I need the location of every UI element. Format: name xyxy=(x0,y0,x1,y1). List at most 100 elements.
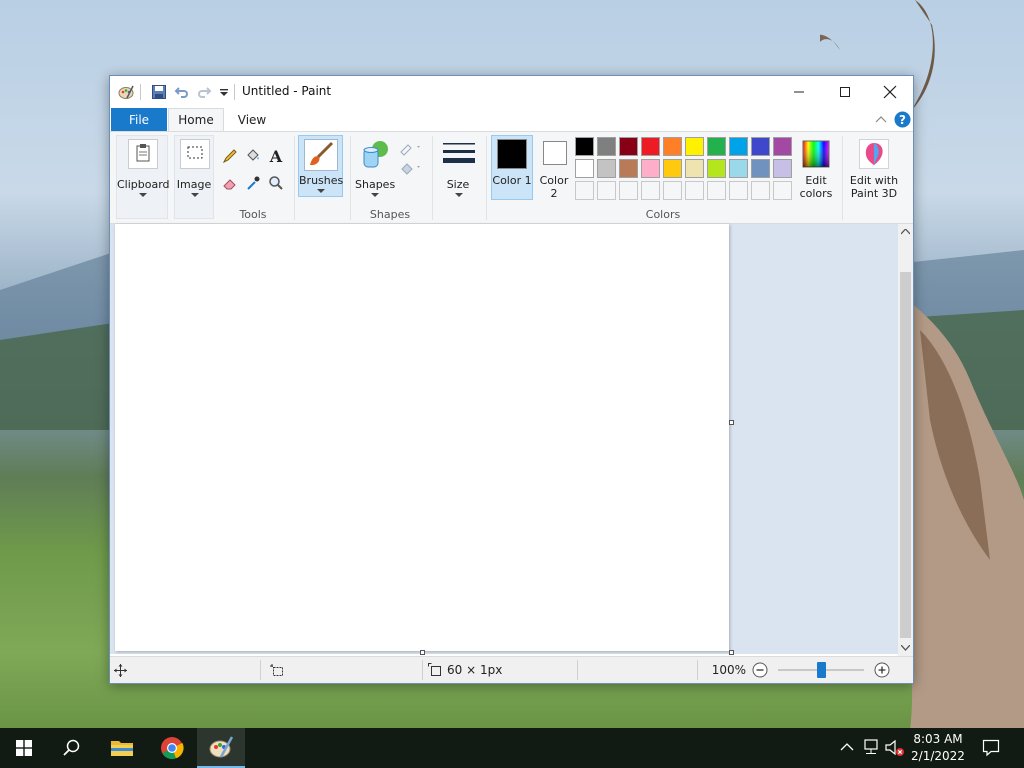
close-button[interactable] xyxy=(867,76,913,107)
drawing-canvas[interactable] xyxy=(115,224,729,651)
zoom-level-text: 100% xyxy=(711,663,746,677)
chevron-down-icon xyxy=(139,193,147,197)
color2-button[interactable]: Color 2 xyxy=(534,135,574,200)
cursor-position-icon xyxy=(114,664,127,677)
chevron-down-icon xyxy=(191,193,199,197)
edit-colors-button[interactable]: Edit colors xyxy=(794,135,836,200)
start-button[interactable] xyxy=(0,728,48,768)
shapes-icon xyxy=(363,141,388,168)
search-button[interactable] xyxy=(48,728,96,768)
brush-icon xyxy=(304,139,338,171)
shape-outline-button[interactable] xyxy=(398,138,424,158)
shapes-group-label: Shapes xyxy=(369,208,411,221)
edit-with-paint3d-button[interactable]: Edit with Paint 3D xyxy=(846,135,902,200)
palette-empty-swatch[interactable] xyxy=(575,181,594,200)
zoom-slider-thumb[interactable] xyxy=(817,662,826,678)
palette-empty-swatch[interactable] xyxy=(663,181,682,200)
palette-color-swatch[interactable] xyxy=(641,159,660,178)
paint-app-icon xyxy=(118,85,134,99)
image-button[interactable]: Image xyxy=(174,135,214,219)
selection-size-icon xyxy=(270,664,283,676)
tab-file[interactable]: File xyxy=(111,108,167,131)
chevron-down-icon xyxy=(371,193,379,197)
scroll-thumb[interactable] xyxy=(900,272,911,638)
customize-quick-access-icon[interactable] xyxy=(216,84,232,100)
chrome-button[interactable] xyxy=(148,728,196,768)
resize-handle-right[interactable] xyxy=(729,420,734,425)
palette-color-swatch[interactable] xyxy=(641,137,660,156)
tab-view[interactable]: View xyxy=(228,108,276,131)
title-bar: Untitled - Paint xyxy=(110,76,913,108)
palette-color-swatch[interactable] xyxy=(751,159,770,178)
palette-color-swatch[interactable] xyxy=(707,137,726,156)
clipboard-button[interactable]: Clipboard xyxy=(116,135,170,219)
vertical-scrollbar[interactable] xyxy=(898,224,913,656)
text-tool[interactable]: A xyxy=(266,146,286,166)
redo-icon[interactable] xyxy=(196,84,212,100)
undo-icon[interactable] xyxy=(174,84,190,100)
tab-home[interactable]: Home xyxy=(168,108,224,131)
folder-icon xyxy=(111,741,133,756)
color1-swatch xyxy=(497,139,527,169)
palette-color-swatch[interactable] xyxy=(619,137,638,156)
palette-empty-swatch[interactable] xyxy=(729,181,748,200)
palette-empty-swatch[interactable] xyxy=(619,181,638,200)
palette-color-swatch[interactable] xyxy=(597,159,616,178)
palette-color-swatch[interactable] xyxy=(707,159,726,178)
file-explorer-button[interactable] xyxy=(98,728,146,768)
scroll-down-icon[interactable] xyxy=(901,645,910,651)
palette-color-swatch[interactable] xyxy=(685,159,704,178)
palette-color-swatch[interactable] xyxy=(663,137,682,156)
paint-taskbar-button[interactable] xyxy=(197,728,245,768)
eraser-tool[interactable] xyxy=(220,173,240,193)
minimize-icon xyxy=(794,91,804,92)
magnifier-tool[interactable] xyxy=(266,173,286,193)
volume-muted-icon[interactable] xyxy=(885,739,905,757)
palette-color-swatch[interactable] xyxy=(663,159,682,178)
palette-color-swatch[interactable] xyxy=(773,159,792,178)
palette-empty-swatch[interactable] xyxy=(751,181,770,200)
palette-empty-swatch[interactable] xyxy=(641,181,660,200)
palette-empty-swatch[interactable] xyxy=(597,181,616,200)
palette-color-swatch[interactable] xyxy=(619,159,638,178)
fill-tool[interactable] xyxy=(243,146,263,166)
resize-handle-bottom[interactable] xyxy=(420,650,425,655)
text-icon: A xyxy=(269,146,283,166)
shape-fill-button[interactable] xyxy=(398,158,424,178)
palette-empty-swatch[interactable] xyxy=(685,181,704,200)
palette-color-swatch[interactable] xyxy=(729,159,748,178)
save-icon[interactable] xyxy=(151,84,167,100)
chevron-down-icon xyxy=(317,189,325,193)
taskbar-clock[interactable]: 8:03 AM 2/1/2022 xyxy=(906,731,970,765)
palette-empty-swatch[interactable] xyxy=(773,181,792,200)
brushes-button[interactable]: Brushes xyxy=(298,135,343,197)
color-picker-tool[interactable] xyxy=(243,173,263,193)
tools-group-label: Tools xyxy=(239,208,267,221)
resize-handle-corner[interactable] xyxy=(729,650,734,655)
palette-color-swatch[interactable] xyxy=(575,159,594,178)
size-button[interactable]: Size xyxy=(438,135,478,197)
pencil-tool[interactable] xyxy=(220,146,240,166)
zoom-out-icon[interactable] xyxy=(752,662,768,678)
color1-button[interactable]: Color 1 xyxy=(491,135,533,200)
palette-color-swatch[interactable] xyxy=(685,137,704,156)
network-icon[interactable] xyxy=(862,739,880,755)
zoom-in-icon[interactable] xyxy=(874,662,890,678)
shapes-button[interactable]: Shapes xyxy=(354,135,395,197)
notifications-icon[interactable] xyxy=(982,739,1000,757)
palette-color-swatch[interactable] xyxy=(729,137,748,156)
maximize-button[interactable] xyxy=(822,76,868,107)
palette-empty-swatch[interactable] xyxy=(707,181,726,200)
clock-time: 8:03 AM xyxy=(913,732,963,746)
palette-color-swatch[interactable] xyxy=(773,137,792,156)
collapse-ribbon-icon[interactable] xyxy=(875,114,887,124)
palette-color-swatch[interactable] xyxy=(575,137,594,156)
help-icon[interactable]: ? xyxy=(894,111,911,128)
palette-color-swatch[interactable] xyxy=(751,137,770,156)
palette-color-swatch[interactable] xyxy=(597,137,616,156)
outline-icon xyxy=(400,144,420,156)
show-hidden-icons-icon[interactable] xyxy=(840,742,854,752)
minimize-button[interactable] xyxy=(776,76,822,107)
scroll-up-icon[interactable] xyxy=(901,229,910,235)
chrome-icon xyxy=(161,737,184,760)
